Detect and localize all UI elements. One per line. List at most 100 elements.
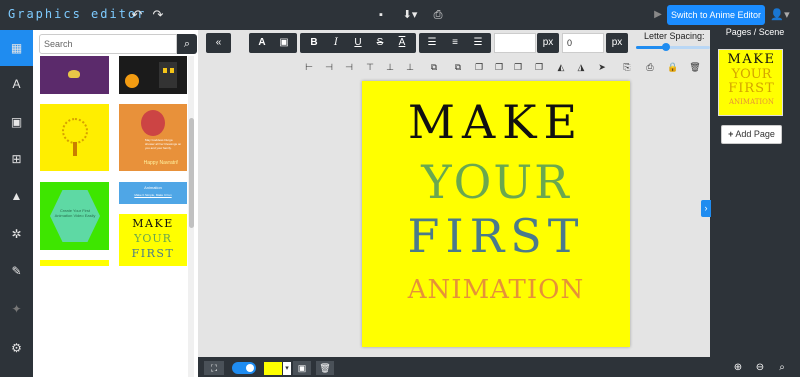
brush-icon: ✎: [11, 264, 22, 278]
thumb-line-first: FIRST: [131, 247, 175, 260]
align-obj-center-icon[interactable]: ⊣: [320, 59, 338, 75]
design-canvas[interactable]: MAKE YOUR FIRST ANIMATION: [362, 81, 630, 347]
plus-icon: +: [728, 129, 734, 139]
text-icon: A: [12, 77, 21, 91]
thumb-blue-subtitle: Make It Simple, Make It Fun: [134, 193, 172, 197]
sidebar-item-connect[interactable]: ✲: [0, 216, 33, 252]
switch-to-anime-editor-button[interactable]: Switch to Anime Editor: [667, 5, 765, 25]
page-thumbnail-1[interactable]: MAKE YOUR FIRST ANIMATION: [718, 49, 783, 116]
color-dropdown-caret-icon[interactable]: ▾: [283, 362, 291, 375]
strikethrough-icon[interactable]: S: [369, 33, 391, 53]
page-thumb-line-first: FIRST: [728, 81, 775, 96]
template-thumb-halloween[interactable]: [119, 56, 187, 94]
template-thumb-yellow-partial[interactable]: [40, 260, 109, 266]
align-middle-icon[interactable]: ⊥: [381, 59, 399, 75]
save-icon[interactable]: ▪: [374, 0, 388, 30]
template-thumb-green-hexagon[interactable]: Create Your First Animation Video Easily: [40, 182, 109, 250]
templates-icon: ▦: [10, 41, 23, 55]
redo-icon[interactable]: ↷: [150, 0, 166, 30]
lock-icon[interactable]: 🔒: [664, 59, 682, 75]
collapse-pages-panel-tab[interactable]: ›: [701, 200, 711, 217]
align-bottom-icon[interactable]: ⊥: [401, 59, 419, 75]
template-thumb-navratri[interactable]: May Goddess Durga shower all her blessin…: [119, 104, 187, 171]
italic-icon[interactable]: I: [325, 33, 347, 53]
thumb-navratri-greeting: Happy Navratri!: [143, 160, 179, 166]
align-right-icon[interactable]: ☰: [467, 33, 490, 53]
sidebar-item-text[interactable]: A: [0, 66, 33, 102]
align-obj-left-icon[interactable]: ⊢: [300, 59, 318, 75]
canvas-text-first[interactable]: FIRST: [362, 209, 630, 263]
letter-spacing-unit: px: [606, 33, 628, 53]
connect-icon: ✲: [11, 227, 22, 241]
add-page-button[interactable]: + Add Page: [721, 125, 782, 144]
print-icon[interactable]: ⎙: [431, 0, 445, 30]
copy-icon[interactable]: ⎘: [618, 59, 636, 75]
sidebar-item-image[interactable]: ▣: [0, 104, 33, 140]
trash-icon[interactable]: 🗑: [316, 361, 334, 375]
template-thumb-diya[interactable]: [40, 104, 109, 171]
flip-horizontal-icon[interactable]: ◭: [552, 59, 570, 75]
sidebar-item-magic[interactable]: ✦: [0, 291, 33, 327]
collapse-panel-button[interactable]: «: [206, 33, 231, 53]
select-pointer-icon[interactable]: ➤: [593, 59, 611, 75]
template-thumb-make-your-first[interactable]: MAKE YOUR FIRST: [119, 214, 187, 266]
letter-spacing-slider[interactable]: [636, 43, 710, 51]
font-size-unit: px: [537, 33, 559, 53]
background-color-swatch[interactable]: [264, 362, 282, 375]
download-icon[interactable]: ⬇▾: [399, 0, 421, 30]
underline-icon[interactable]: U: [347, 33, 369, 53]
zoom-fit-icon[interactable]: ⌕: [773, 361, 791, 375]
bring-forward-icon[interactable]: ❐: [490, 59, 508, 75]
align-obj-right-icon[interactable]: ⊣: [340, 59, 358, 75]
align-left-icon[interactable]: ☰: [421, 33, 444, 53]
sidebar-item-shapes[interactable]: ▲: [0, 178, 33, 214]
zoom-out-icon[interactable]: ⊖: [751, 361, 769, 375]
play-icon[interactable]: ▶: [652, 0, 664, 30]
chevron-right-icon: ›: [704, 203, 708, 213]
group-icon[interactable]: ⧉: [425, 59, 443, 75]
user-icon[interactable]: 👤▾: [768, 0, 792, 30]
send-backward-icon[interactable]: ❐: [509, 59, 527, 75]
templates-scrollbar-thumb[interactable]: [189, 118, 194, 228]
search-button[interactable]: ⌕: [177, 34, 197, 54]
thumb-line-your: YOUR: [134, 232, 172, 245]
template-thumb-diwali-purple[interactable]: [40, 56, 109, 94]
canvas-text-your[interactable]: YOUR: [362, 155, 630, 209]
ungroup-icon[interactable]: ⧉: [449, 59, 467, 75]
magic-icon: ✦: [11, 302, 22, 316]
send-back-icon[interactable]: ❐: [530, 59, 548, 75]
search-icon: ⌕: [183, 38, 191, 50]
sidebar-item-settings[interactable]: ⚙: [0, 330, 33, 366]
delete-icon[interactable]: 🗑: [686, 59, 704, 75]
fullscreen-icon[interactable]: ⛶: [204, 361, 224, 375]
search-input[interactable]: [39, 34, 177, 54]
background-image-icon[interactable]: ▣: [293, 361, 311, 375]
text-align-group: ☰ ≡ ☰: [419, 33, 491, 53]
page-thumb-line-animation: ANIMATION: [728, 98, 775, 106]
flip-vertical-icon[interactable]: ◮: [572, 59, 590, 75]
letter-spacing-input[interactable]: 0: [562, 33, 604, 53]
paste-icon[interactable]: ⎙: [641, 59, 659, 75]
toggle-switch[interactable]: [232, 362, 256, 374]
canvas-text-animation[interactable]: ANIMATION: [362, 275, 630, 305]
sidebar-item-brush[interactable]: ✎: [0, 253, 33, 289]
bold-icon[interactable]: B: [303, 33, 325, 53]
text-image-icon[interactable]: ▣: [273, 33, 295, 53]
bring-front-icon[interactable]: ❐: [470, 59, 488, 75]
text-overline-icon[interactable]: A: [391, 33, 413, 53]
font-style-icon[interactable]: A: [251, 33, 273, 53]
letter-spacing-slider-knob[interactable]: [661, 43, 670, 51]
zoom-in-icon[interactable]: ⊕: [729, 361, 747, 375]
sidebar-item-elements[interactable]: ⊞: [0, 141, 33, 177]
image-icon: ▣: [10, 115, 23, 129]
undo-icon[interactable]: ↶: [129, 0, 145, 30]
align-center-icon[interactable]: ≡: [444, 33, 467, 53]
template-thumb-blue-banner[interactable]: Animation Make It Simple, Make It Fun: [119, 182, 187, 204]
page-thumb-line-your: YOUR: [731, 67, 772, 82]
align-top-icon[interactable]: ⊤: [361, 59, 379, 75]
canvas-text-make[interactable]: MAKE: [362, 95, 630, 149]
page-thumb-line-make: MAKE: [727, 52, 776, 67]
letter-spacing-label: Letter Spacing:: [644, 31, 705, 41]
font-size-input[interactable]: [494, 33, 536, 53]
sidebar-item-templates[interactable]: ▦: [0, 30, 33, 66]
